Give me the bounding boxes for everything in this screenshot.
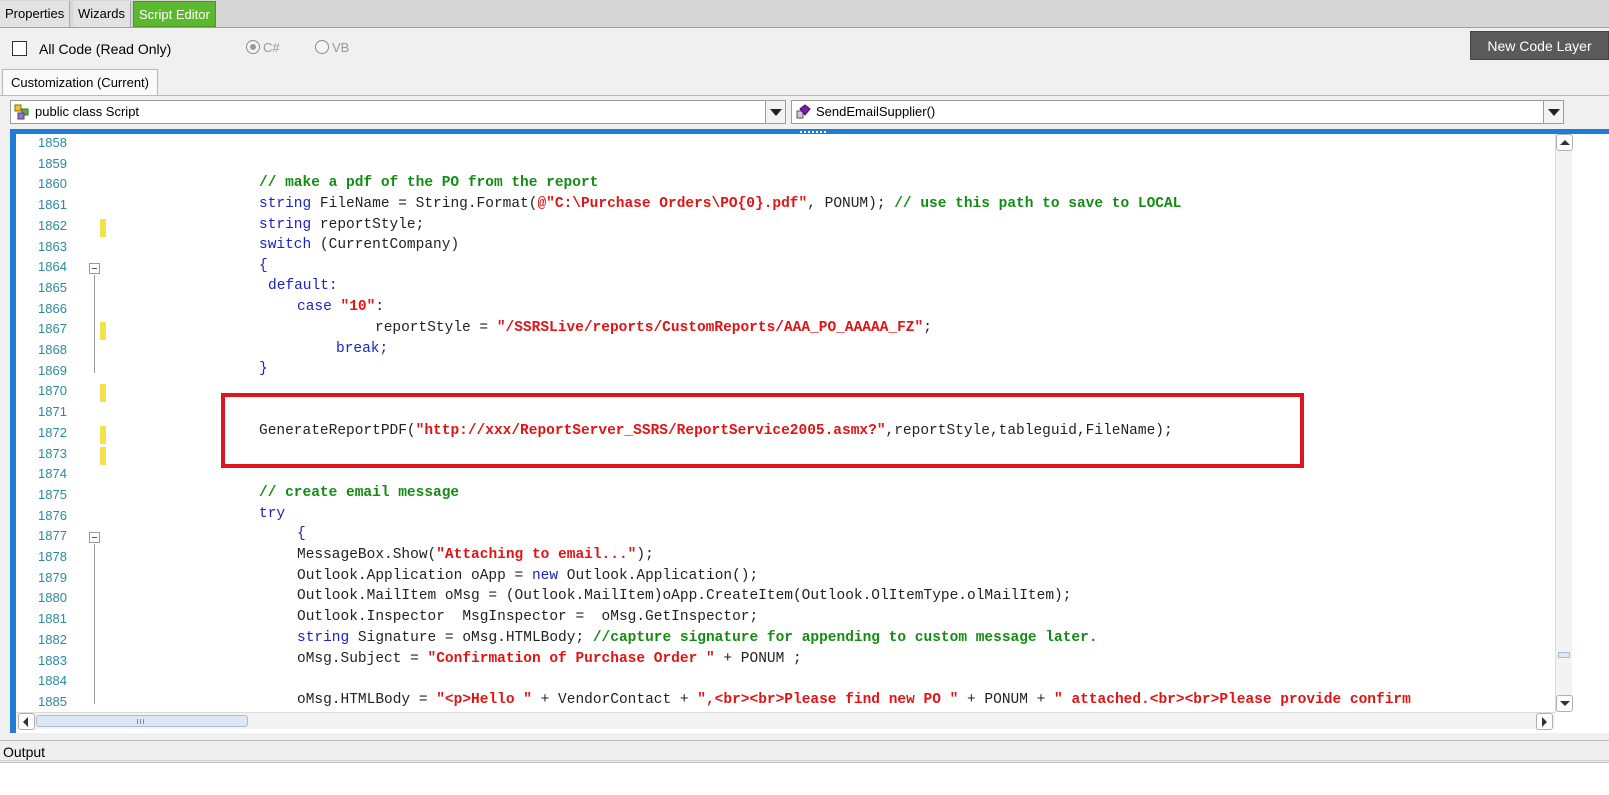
member-dropdown-value: SendEmailSupplier() xyxy=(816,104,936,119)
new-code-layer-button[interactable]: New Code Layer xyxy=(1470,31,1609,60)
method-icon xyxy=(796,104,811,119)
highlight-box xyxy=(221,393,1304,468)
class-dropdown-value: public class Script xyxy=(35,104,140,119)
code-line-1860: // make a pdf of the PO from the report xyxy=(259,175,599,191)
horizontal-scroll-thumb[interactable] xyxy=(36,715,248,727)
all-code-checkbox[interactable] xyxy=(12,41,27,56)
tab-script-editor[interactable]: Script Editor xyxy=(133,1,216,27)
code-line-1866: case "10": xyxy=(297,299,385,315)
code-line-1865: default: xyxy=(268,278,338,294)
code-line-1875: // create email message xyxy=(259,485,460,501)
code-line-1880: Outlook.MailItem oMsg = (Outlook.MailIte… xyxy=(297,588,1072,604)
tab-properties[interactable]: Properties xyxy=(0,1,71,27)
output-panel-header: Output xyxy=(0,740,1609,761)
scroll-right-icon[interactable] xyxy=(1536,713,1553,730)
code-line-1862: string reportStyle; xyxy=(259,217,425,233)
script-editor-window: Properties Wizards Script Editor All Cod… xyxy=(0,0,1609,795)
member-dropdown[interactable]: SendEmailSupplier() xyxy=(791,100,1564,124)
horizontal-scrollbar[interactable] xyxy=(16,712,1555,730)
scroll-up-icon[interactable] xyxy=(1556,134,1573,151)
code-line-1882: string Signature = oMsg.HTMLBody; //capt… xyxy=(297,630,1098,646)
csharp-radio-label: C# xyxy=(263,40,280,55)
scroll-down-icon[interactable] xyxy=(1556,695,1573,712)
code-line-1879: Outlook.Application oApp = new Outlook.A… xyxy=(297,568,759,584)
code-line-1861: string FileName = String.Format(@"C:\Pur… xyxy=(259,196,1182,212)
chevron-down-icon[interactable] xyxy=(765,101,785,123)
scroll-left-icon[interactable] xyxy=(18,713,35,730)
vb-radio-label: VB xyxy=(332,40,350,55)
class-icon xyxy=(14,104,29,120)
vertical-scrollbar[interactable] xyxy=(1555,134,1573,712)
vb-radio[interactable] xyxy=(315,40,329,54)
tab-customization-current[interactable]: Customization (Current) xyxy=(2,69,158,96)
top-tab-strip: Properties Wizards Script Editor xyxy=(0,0,1609,28)
code-area[interactable]: // make a pdf of the PO from the report … xyxy=(16,134,1556,712)
tab-divider xyxy=(0,95,1609,96)
editor-toolbar: All Code (Read Only) C# VB New Code Laye… xyxy=(0,29,1609,67)
vertical-scroll-thumb[interactable] xyxy=(1558,652,1570,658)
output-label: Output xyxy=(3,744,46,760)
class-dropdown[interactable]: public class Script xyxy=(10,100,786,124)
code-line-1867: reportStyle = "/SSRSLive/reports/CustomR… xyxy=(375,320,932,336)
code-line-1883: oMsg.Subject = "Confirmation of Purchase… xyxy=(297,651,802,667)
code-line-1869: } xyxy=(259,361,268,377)
tab-wizards[interactable]: Wizards xyxy=(73,1,131,27)
csharp-radio[interactable] xyxy=(246,40,260,54)
code-line-1877: { xyxy=(297,526,306,542)
code-editor[interactable]: 1858 1859 1860 1861 1862 1863 1864 1865 1866 1867… xyxy=(10,134,1609,733)
code-line-1881: Outlook.Inspector MsgInspector = oMsg.Ge… xyxy=(297,609,759,625)
all-code-label: All Code (Read Only) xyxy=(39,41,172,57)
code-line-1864: { xyxy=(259,258,268,274)
code-line-1876: try xyxy=(259,506,286,522)
code-line-1863: switch (CurrentCompany) xyxy=(259,237,460,253)
code-line-1878: MessageBox.Show("Attaching to email...")… xyxy=(297,547,654,563)
output-panel[interactable] xyxy=(0,762,1609,795)
splitter-grip-icon[interactable] xyxy=(800,131,826,133)
code-line-1885: oMsg.HTMLBody = "<p>Hello " + VendorCont… xyxy=(297,692,1411,708)
chevron-down-icon[interactable] xyxy=(1543,101,1563,123)
code-line-1868: break; xyxy=(336,341,389,357)
